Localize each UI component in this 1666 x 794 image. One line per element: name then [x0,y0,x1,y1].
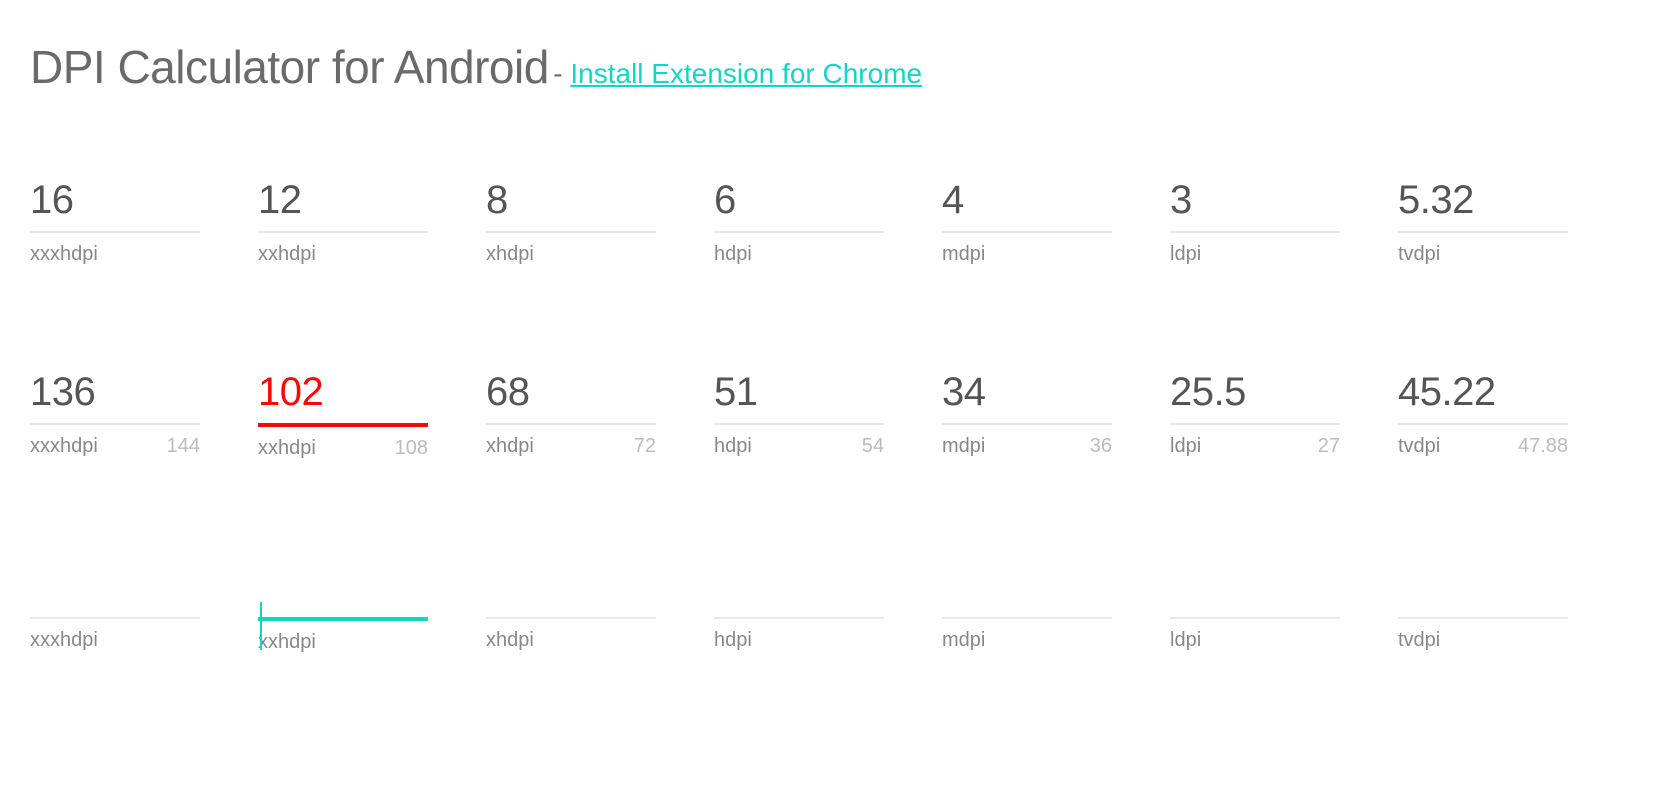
aux-value: 47.88 [1518,435,1568,458]
dpi-input-xhdpi[interactable] [486,560,656,619]
density-label: mdpi [942,243,985,266]
density-label: xhdpi [486,243,534,266]
aux-value: 27 [1318,435,1340,458]
density-label: ldpi [1170,629,1201,652]
dpi-input-mdpi[interactable] [942,174,1112,233]
dpi-row: xxxhdpi 144 xxhdpi 108 xhdpi 72 hdpi 54 mdpi 36 ld… [30,366,1636,460]
dpi-input-xxhdpi[interactable] [258,174,428,233]
text-caret [260,602,262,650]
density-label: xxxhdpi [30,435,98,458]
page-title: DPI Calculator for Android [30,41,549,93]
dpi-cell-xxxhdpi: xxxhdpi [30,174,200,266]
dpi-cell-xxxhdpi: xxxhdpi [30,560,200,654]
dpi-input-hdpi[interactable] [714,174,884,233]
dpi-input-ldpi[interactable] [1170,174,1340,233]
label-row: mdpi [942,629,1112,652]
density-label: xxhdpi [258,243,316,266]
density-label: mdpi [942,629,985,652]
dpi-input-xhdpi[interactable] [486,366,656,425]
dpi-cell-hdpi: hdpi 54 [714,366,884,460]
density-label: tvdpi [1398,629,1440,652]
label-row: xxhdpi [258,631,428,654]
dpi-cell-xhdpi: xhdpi [486,560,656,654]
label-row: ldpi [1170,629,1340,652]
dpi-cell-xxhdpi: xxhdpi [258,560,428,654]
dpi-row: xxxhdpi xxhdpi xhdpi hdpi mdpi ldpi tvdpi [30,174,1636,266]
density-label: mdpi [942,435,985,458]
density-label: xhdpi [486,629,534,652]
dpi-cell-hdpi: hdpi [714,174,884,266]
dpi-cell-xhdpi: xhdpi [486,174,656,266]
label-row: mdpi [942,243,1112,266]
dpi-cell-tvdpi: tvdpi 47.88 [1398,366,1568,460]
dpi-input-tvdpi[interactable] [1398,560,1568,619]
label-row: mdpi 36 [942,435,1112,458]
label-row: ldpi 27 [1170,435,1340,458]
dpi-cell-mdpi: mdpi 36 [942,366,1112,460]
dpi-input-ldpi[interactable] [1170,560,1340,619]
label-row: ldpi [1170,243,1340,266]
density-label: hdpi [714,629,752,652]
label-row: xxxhdpi 144 [30,435,200,458]
dpi-cell-tvdpi: tvdpi [1398,174,1568,266]
dpi-input-mdpi[interactable] [942,366,1112,425]
dpi-cell-xxhdpi: xxhdpi [258,174,428,266]
aux-value: 72 [634,435,656,458]
label-row: xxxhdpi [30,243,200,266]
density-label: hdpi [714,243,752,266]
aux-value: 36 [1090,435,1112,458]
density-label: xxxhdpi [30,629,98,652]
dpi-input-xxxhdpi[interactable] [30,560,200,619]
dpi-cell-xhdpi: xhdpi 72 [486,366,656,460]
dpi-input-mdpi[interactable] [942,560,1112,619]
dpi-input-xhdpi[interactable] [486,174,656,233]
label-row: xhdpi [486,243,656,266]
density-label: hdpi [714,435,752,458]
label-row: xhdpi [486,629,656,652]
density-label: xhdpi [486,435,534,458]
density-label: xxhdpi [258,631,316,654]
dpi-input-hdpi[interactable] [714,560,884,619]
aux-value: 108 [395,437,428,460]
dpi-cell-ldpi: ldpi 27 [1170,366,1340,460]
page-header: DPI Calculator for Android - Install Ext… [30,40,1636,94]
dpi-cell-hdpi: hdpi [714,560,884,654]
dpi-input-xxxhdpi[interactable] [30,366,200,425]
dpi-row: xxxhdpi xxhdpi xhdpi hdpi mdpi ldpi tvdpi [30,560,1636,654]
label-row: tvdpi 47.88 [1398,435,1568,458]
dpi-input-xxxhdpi[interactable] [30,174,200,233]
dpi-cell-xxhdpi: xxhdpi 108 [258,366,428,460]
density-label: tvdpi [1398,243,1440,266]
dpi-input-xxhdpi[interactable] [258,560,428,621]
label-row: hdpi [714,629,884,652]
title-separator: - [553,58,570,89]
density-label: ldpi [1170,435,1201,458]
label-row: xxxhdpi [30,629,200,652]
label-row: xhdpi 72 [486,435,656,458]
label-row: hdpi [714,243,884,266]
label-row: xxhdpi 108 [258,437,428,460]
dpi-input-tvdpi[interactable] [1398,174,1568,233]
label-row: hdpi 54 [714,435,884,458]
dpi-cell-mdpi: mdpi [942,174,1112,266]
density-label: ldpi [1170,243,1201,266]
density-label: xxxhdpi [30,243,98,266]
density-label: tvdpi [1398,435,1440,458]
install-extension-link[interactable]: Install Extension for Chrome [570,58,922,89]
dpi-cell-ldpi: ldpi [1170,560,1340,654]
dpi-input-hdpi[interactable] [714,366,884,425]
dpi-cell-ldpi: ldpi [1170,174,1340,266]
dpi-cell-xxxhdpi: xxxhdpi 144 [30,366,200,460]
dpi-input-ldpi[interactable] [1170,366,1340,425]
dpi-cell-tvdpi: tvdpi [1398,560,1568,654]
label-row: tvdpi [1398,243,1568,266]
label-row: xxhdpi [258,243,428,266]
label-row: tvdpi [1398,629,1568,652]
dpi-cell-mdpi: mdpi [942,560,1112,654]
aux-value: 144 [167,435,200,458]
aux-value: 54 [862,435,884,458]
dpi-input-xxhdpi[interactable] [258,366,428,427]
density-label: xxhdpi [258,437,316,460]
dpi-input-tvdpi[interactable] [1398,366,1568,425]
